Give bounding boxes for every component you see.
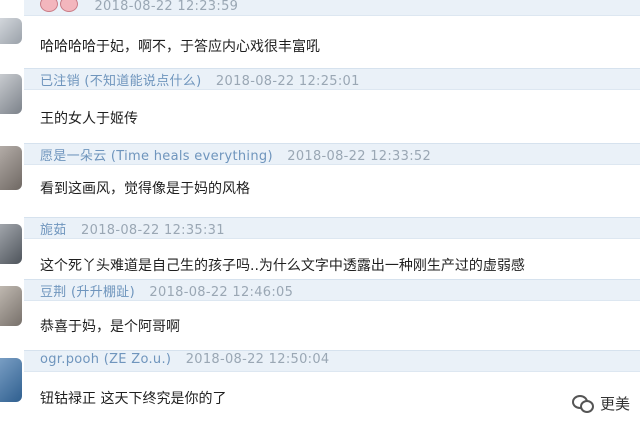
avatar[interactable] — [0, 286, 22, 326]
comment-meta: 豆荆 (升升棚趾) 2018-08-22 12:46:05 — [24, 279, 640, 301]
comment-timestamp: 2018-08-22 12:33:52 — [287, 149, 432, 164]
watermark: 更美 — [571, 393, 630, 414]
comment-author[interactable]: 愿是一朵云 (Time heals everything) — [40, 149, 273, 164]
comment-author[interactable]: 豆荆 (升升棚趾) — [40, 285, 135, 300]
avatar[interactable] — [0, 358, 22, 402]
comment-meta: 2018-08-22 12:23:59 — [24, 0, 640, 16]
avatar[interactable] — [0, 146, 22, 190]
comment-meta: 愿是一朵云 (Time heals everything) 2018-08-22… — [24, 143, 640, 165]
avatar[interactable] — [0, 224, 22, 264]
comment-timestamp: 2018-08-22 12:35:31 — [81, 223, 225, 238]
avatar[interactable] — [0, 18, 22, 44]
comment-meta: ogr.pooh (ZE Zo.u.) 2018-08-22 12:50:04 — [24, 350, 640, 372]
comment-author[interactable]: ogr.pooh (ZE Zo.u.) — [40, 352, 171, 367]
comment-author[interactable]: 旎茹 — [40, 223, 67, 238]
comment-timestamp: 2018-08-22 12:25:01 — [215, 74, 360, 89]
comment-timestamp: 2018-08-22 12:23:59 — [94, 0, 239, 14]
comment-text: 这个死丫头难道是自己生的孩子吗..为什么文字中透露出一种刚生产过的虚弱感 — [40, 258, 525, 274]
comment-text: 王的女人于姬传 — [40, 111, 138, 127]
comment-meta: 已注销 (不知道能说点什么) 2018-08-22 12:25:01 — [24, 68, 640, 90]
pig-emoji-icon — [60, 0, 78, 12]
comment-text: 看到这画风，觉得像是于妈的风格 — [40, 181, 250, 197]
comment-meta: 旎茹 2018-08-22 12:35:31 — [24, 217, 640, 239]
avatar[interactable] — [0, 74, 22, 114]
pig-emoji-icon — [40, 0, 58, 12]
watermark-label: 更美 — [599, 395, 630, 413]
comment-text: 钮钴禄正 这天下终究是你的了 — [40, 391, 227, 407]
comment-text: 恭喜于妈，是个阿哥啊 — [40, 319, 180, 335]
comment-timestamp: 2018-08-22 12:46:05 — [149, 285, 294, 300]
comment-author[interactable]: 已注销 (不知道能说点什么) — [40, 74, 201, 89]
wechat-icon — [571, 394, 594, 413]
comment-timestamp: 2018-08-22 12:50:04 — [185, 352, 330, 367]
comment-text: 哈哈哈哈于妃，啊不，于答应内心戏很丰富吼 — [40, 39, 320, 55]
